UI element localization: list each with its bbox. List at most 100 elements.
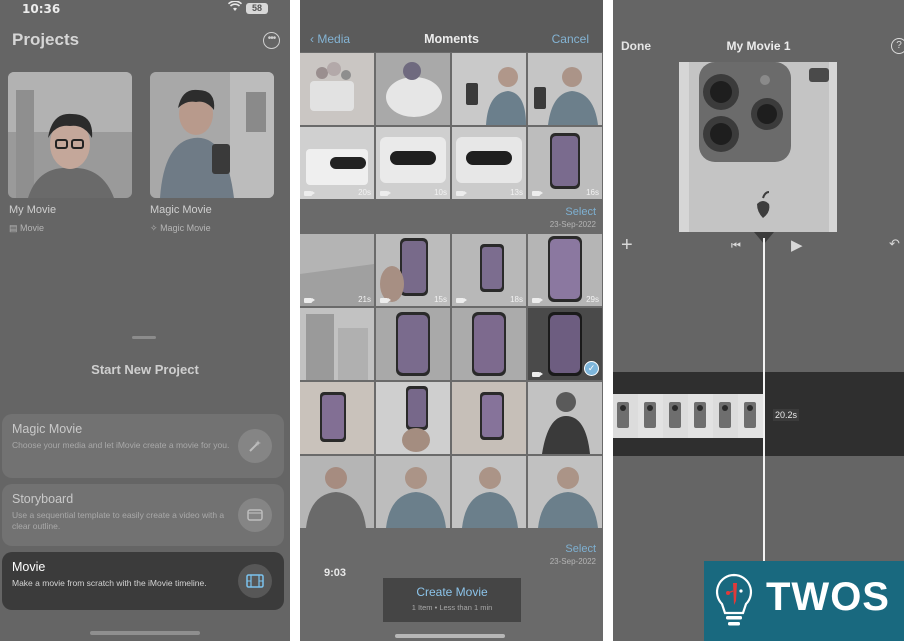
home-indicator — [90, 631, 200, 635]
selection-summary: 1 Item • Less than 1 min — [411, 603, 493, 612]
create-movie-label: Create Movie — [416, 585, 488, 599]
duration-label: 13s — [510, 188, 523, 197]
storyboard-icon — [238, 498, 272, 532]
home-indicator — [395, 634, 505, 638]
lightbulb-logo-icon — [712, 571, 756, 631]
project-type: ✧ Magic Movie — [150, 223, 211, 233]
option-description: Choose your media and let iMovie create … — [12, 440, 230, 450]
option-description: Use a sequential template to easily crea… — [12, 510, 225, 531]
media-thumbnail[interactable] — [528, 456, 602, 528]
clip-frame — [688, 394, 713, 438]
media-thumbnail[interactable] — [300, 53, 374, 125]
media-thumbnail[interactable]: 16s — [528, 127, 602, 199]
media-thumbnail[interactable] — [452, 382, 526, 454]
sheet-grabber-handle[interactable] — [132, 336, 156, 339]
media-thumbnail-selected[interactable]: ✓ — [528, 308, 602, 380]
video-clip[interactable] — [613, 394, 763, 438]
video-camera-icon — [456, 191, 467, 196]
storyboard-option[interactable]: Storyboard Use a sequential template to … — [2, 484, 284, 546]
video-camera-icon — [456, 298, 467, 303]
media-thumbnail[interactable] — [300, 456, 374, 528]
clip-frame — [638, 394, 663, 438]
clip-frame — [613, 394, 638, 438]
clip-frame — [738, 394, 763, 438]
project-name: My Movie — [9, 204, 57, 216]
media-thumbnail[interactable]: 21s — [300, 234, 374, 306]
checkmark-icon: ✓ — [584, 361, 599, 376]
media-thumbnail[interactable]: 10s — [376, 127, 450, 199]
movie-editor-screen: Done My Movie 1 ? + ⏮ ▶ ↶ 20.2s — [613, 0, 904, 641]
section-date: 23-Sep-2022 — [549, 220, 596, 229]
project-type: ▤ Movie — [9, 223, 45, 233]
duration-label: 21s — [358, 295, 371, 304]
media-thumbnail[interactable] — [376, 382, 450, 454]
media-thumbnail[interactable] — [528, 53, 602, 125]
media-thumbnail[interactable]: 20s — [300, 127, 374, 199]
duration-label: 10s — [434, 188, 447, 197]
clip-duration-label: 20.2s — [773, 409, 800, 421]
media-thumbnail[interactable] — [452, 53, 526, 125]
rewind-icon[interactable]: ⏮ — [731, 240, 741, 253]
option-description: Make a movie from scratch with the iMovi… — [12, 578, 207, 588]
media-thumbnail[interactable] — [376, 53, 450, 125]
movie-option[interactable]: Movie Make a movie from scratch with the… — [2, 552, 284, 610]
select-button[interactable]: Select — [565, 543, 596, 555]
add-media-icon[interactable]: + — [621, 234, 633, 256]
magic-movie-option[interactable]: Magic Movie Choose your media and let iM… — [2, 414, 284, 478]
clip-frame — [663, 394, 688, 438]
media-thumbnail[interactable]: 18s — [452, 234, 526, 306]
clip-frame — [713, 394, 738, 438]
projects-screen: 10:36 58 Projects ••• My Movie ▤ Movie M… — [0, 0, 290, 641]
undo-icon[interactable]: ↶ — [889, 236, 900, 252]
page-title: Projects — [12, 30, 80, 49]
media-thumbnail[interactable] — [376, 456, 450, 528]
cancel-button[interactable]: Cancel — [552, 32, 589, 46]
duration-label: 16s — [586, 188, 599, 197]
media-thumbnail[interactable]: 29s — [528, 234, 602, 306]
magic-icon: ✧ — [150, 223, 158, 233]
navigation-bar: ‹ Media Moments Cancel — [300, 0, 603, 52]
partial-thumbnail-time: 9:03 — [324, 567, 347, 579]
section-date: 23-Sep-2022 — [549, 557, 596, 566]
media-thumbnail[interactable] — [528, 382, 602, 454]
start-new-project-title: Start New Project — [91, 362, 199, 377]
duration-label: 20s — [358, 188, 371, 197]
moments-media-picker: ‹ Media Moments Cancel 20s 10s 13s 16s S… — [300, 0, 603, 641]
watermark-text: TWOS — [766, 575, 890, 619]
media-thumbnail[interactable] — [452, 308, 526, 380]
more-options-button[interactable]: ••• — [263, 32, 280, 49]
wifi-icon — [227, 0, 243, 15]
help-icon[interactable]: ? — [891, 38, 904, 54]
video-camera-icon — [532, 191, 543, 196]
play-icon[interactable]: ▶ — [791, 236, 803, 254]
media-thumbnail[interactable] — [376, 308, 450, 380]
media-thumbnail[interactable] — [300, 382, 374, 454]
twos-watermark: TWOS — [704, 561, 904, 641]
media-thumbnail[interactable] — [452, 456, 526, 528]
select-button[interactable]: Select — [565, 206, 596, 218]
video-camera-icon — [304, 298, 315, 303]
project-name: Magic Movie — [150, 204, 212, 216]
status-bar: 10:36 58 — [0, 0, 290, 20]
section-header: Select 23-Sep-2022 — [300, 202, 603, 234]
film-icon: ▤ — [9, 223, 18, 233]
duration-label: 18s — [510, 295, 523, 304]
duration-label: 29s — [586, 295, 599, 304]
duration-label: 15s — [434, 295, 447, 304]
media-thumbnail[interactable]: 13s — [452, 127, 526, 199]
video-camera-icon — [380, 191, 391, 196]
project-thumbnail-magic-movie[interactable] — [150, 72, 274, 198]
video-camera-icon — [532, 372, 543, 377]
create-movie-button[interactable]: Create Movie 1 Item • Less than 1 min — [383, 578, 521, 622]
project-thumbnail-my-movie[interactable] — [8, 72, 132, 198]
video-preview — [679, 62, 837, 232]
video-camera-icon — [532, 298, 543, 303]
option-name: Magic Movie — [12, 422, 83, 436]
media-thumbnail[interactable] — [300, 308, 374, 380]
media-thumbnail[interactable]: 15s — [376, 234, 450, 306]
option-name: Movie — [12, 560, 46, 574]
battery-icon: 58 — [246, 3, 268, 14]
video-camera-icon — [380, 298, 391, 303]
option-name: Storyboard — [12, 492, 74, 506]
magic-wand-icon — [238, 429, 272, 463]
